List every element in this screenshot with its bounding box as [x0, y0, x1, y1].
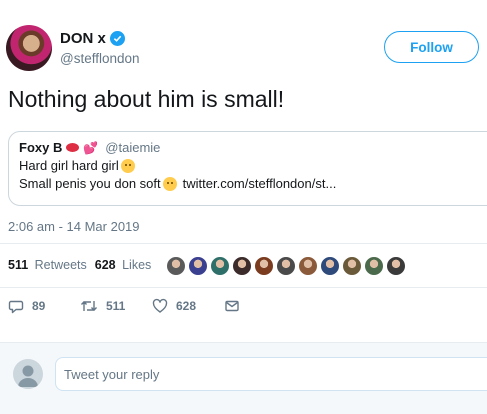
- follow-button[interactable]: Follow: [384, 31, 479, 63]
- like-count: 628: [176, 299, 197, 313]
- liker-avatar[interactable]: [188, 256, 208, 276]
- retweet-icon: [80, 301, 98, 311]
- quoted-line-2: Small penis you don soft twitter.com/ste…: [19, 176, 487, 191]
- author-name-row[interactable]: DON x: [60, 30, 125, 47]
- like-action[interactable]: 628: [152, 298, 196, 314]
- retweets-stat[interactable]: 511 Retweets: [8, 258, 87, 272]
- retweets-count: 511: [8, 258, 29, 272]
- likes-label: Likes: [122, 258, 152, 272]
- user-avatar-icon: [13, 359, 43, 389]
- retweet-action[interactable]: 511: [80, 298, 125, 314]
- divider: [0, 243, 487, 244]
- quoted-line-1-text: Hard girl hard girl: [19, 158, 119, 173]
- thinking-face-emoji-icon: [162, 176, 177, 191]
- engagement-stats: 511 Retweets 628 Likes: [8, 258, 151, 272]
- direct-message-action[interactable]: [224, 298, 240, 314]
- liker-avatar[interactable]: [254, 256, 274, 276]
- reply-composer: [0, 342, 487, 414]
- likes-stat[interactable]: 628 Likes: [95, 258, 152, 272]
- liker-avatar[interactable]: [276, 256, 296, 276]
- liker-avatar[interactable]: [166, 256, 186, 276]
- worried-face-emoji-icon: [120, 158, 135, 173]
- likes-count: 628: [94, 258, 116, 272]
- envelope-icon: [225, 300, 239, 312]
- tweet-actions: 89 511 628: [0, 298, 487, 322]
- liker-avatar[interactable]: [364, 256, 384, 276]
- liker-avatar[interactable]: [320, 256, 340, 276]
- liker-avatar[interactable]: [210, 256, 230, 276]
- author-handle[interactable]: @stefflondon: [60, 51, 140, 66]
- verified-badge-icon: [109, 31, 125, 46]
- quoted-link: twitter.com/stefflondon/st...: [182, 176, 337, 191]
- quoted-line-1: Hard girl hard girl: [19, 158, 487, 173]
- heart-icon: [152, 298, 168, 313]
- reply-count: 89: [32, 299, 46, 313]
- reply-input[interactable]: [55, 357, 487, 391]
- liker-avatar[interactable]: [342, 256, 362, 276]
- author-name: DON x: [60, 30, 106, 47]
- reply-icon: [8, 300, 24, 314]
- divider: [0, 287, 487, 288]
- tweet-text: Nothing about him is small!: [8, 86, 285, 112]
- liker-avatar[interactable]: [232, 256, 252, 276]
- quoted-tweet-header: Foxy B 💕 @taiemie: [19, 140, 487, 155]
- quoted-author-handle: @taiemie: [105, 140, 161, 155]
- tweet-timestamp[interactable]: 2:06 am - 14 Mar 2019: [8, 219, 140, 234]
- reply-action[interactable]: 89: [8, 298, 45, 314]
- author-avatar[interactable]: [6, 25, 52, 71]
- quoted-author-name: Foxy B: [19, 140, 63, 155]
- liker-avatar[interactable]: [298, 256, 318, 276]
- liker-avatars: [166, 256, 408, 276]
- quoted-line-2-text: Small penis you don soft: [19, 176, 161, 191]
- liker-avatar[interactable]: [386, 256, 406, 276]
- hearts-emoji-icon: 💕: [83, 140, 99, 155]
- retweet-count: 511: [106, 299, 126, 313]
- quoted-tweet[interactable]: Foxy B 💕 @taiemie Hard girl hard girl Sm…: [8, 131, 487, 206]
- retweets-label: Retweets: [34, 258, 87, 272]
- lips-emoji-icon: [66, 143, 80, 152]
